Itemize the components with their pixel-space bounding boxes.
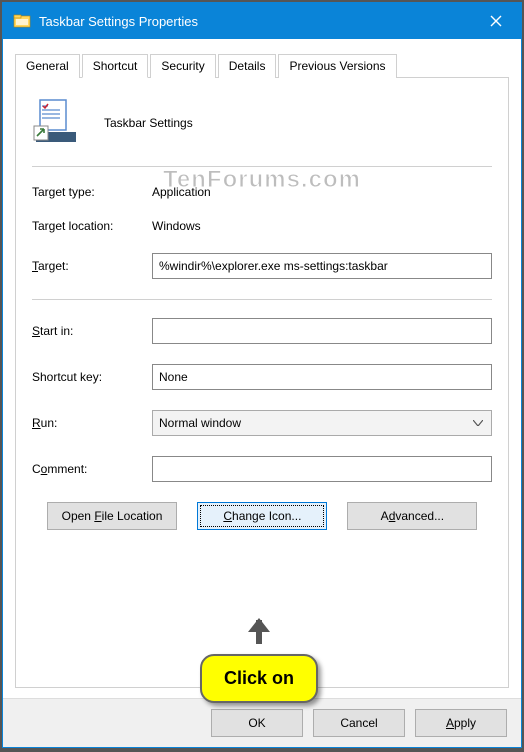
label-comment: Comment:	[32, 462, 152, 476]
comment-input[interactable]	[152, 456, 492, 482]
start-in-input[interactable]	[152, 318, 492, 344]
shortcut-name: Taskbar Settings	[104, 116, 193, 130]
action-button-row: Open File Location Change Icon... Advanc…	[32, 502, 492, 530]
row-start-in: Start in:	[32, 318, 492, 344]
divider	[32, 166, 492, 167]
close-button[interactable]	[475, 5, 517, 37]
tab-strip: General Shortcut Security Details Previo…	[15, 53, 509, 78]
dialog-footer: OK Cancel Apply	[3, 698, 521, 747]
tab-details[interactable]: Details	[218, 54, 277, 78]
advanced-button[interactable]: Advanced...	[347, 502, 477, 530]
callout-label: Click on	[200, 654, 318, 703]
label-start-in: Start in:	[32, 324, 152, 338]
annotation-callout: Click on	[200, 618, 318, 703]
run-select[interactable]: Normal window	[152, 410, 492, 436]
cancel-button[interactable]: Cancel	[313, 709, 405, 737]
properties-window: Taskbar Settings Properties General Shor…	[2, 2, 522, 748]
divider	[32, 299, 492, 300]
value-target-location: Windows	[152, 219, 201, 233]
titlebar: Taskbar Settings Properties	[3, 3, 521, 39]
change-icon-button[interactable]: Change Icon...	[197, 502, 327, 530]
tab-panel-shortcut: Taskbar Settings TenForums.com Target ty…	[15, 78, 509, 688]
window-title: Taskbar Settings Properties	[39, 14, 475, 29]
row-shortcut-key: Shortcut key:	[32, 364, 492, 390]
row-comment: Comment:	[32, 456, 492, 482]
value-target-type: Application	[152, 185, 211, 199]
explorer-icon	[13, 12, 31, 30]
tab-security[interactable]: Security	[150, 54, 215, 78]
open-file-location-button[interactable]: Open File Location	[47, 502, 178, 530]
label-target: Target:	[32, 259, 152, 273]
apply-button[interactable]: Apply	[415, 709, 507, 737]
tab-previous-versions[interactable]: Previous Versions	[278, 54, 396, 78]
shortcut-header: Taskbar Settings	[32, 96, 492, 144]
tab-shortcut[interactable]: Shortcut	[82, 54, 149, 78]
tab-general[interactable]: General	[15, 54, 80, 78]
label-shortcut-key: Shortcut key:	[32, 370, 152, 384]
row-target: Target:	[32, 253, 492, 279]
label-run: Run:	[32, 416, 152, 430]
shortcut-key-input[interactable]	[152, 364, 492, 390]
label-target-type: Target type:	[32, 185, 152, 199]
row-run: Run: Normal window	[32, 410, 492, 436]
content-area: General Shortcut Security Details Previo…	[3, 39, 521, 698]
shortcut-file-icon	[32, 96, 80, 144]
label-target-location: Target location:	[32, 219, 152, 233]
ok-button[interactable]: OK	[211, 709, 303, 737]
row-target-location: Target location: Windows	[32, 219, 492, 233]
target-input[interactable]	[152, 253, 492, 279]
callout-arrow-icon	[244, 618, 274, 654]
row-target-type: Target type: Application	[32, 185, 492, 199]
